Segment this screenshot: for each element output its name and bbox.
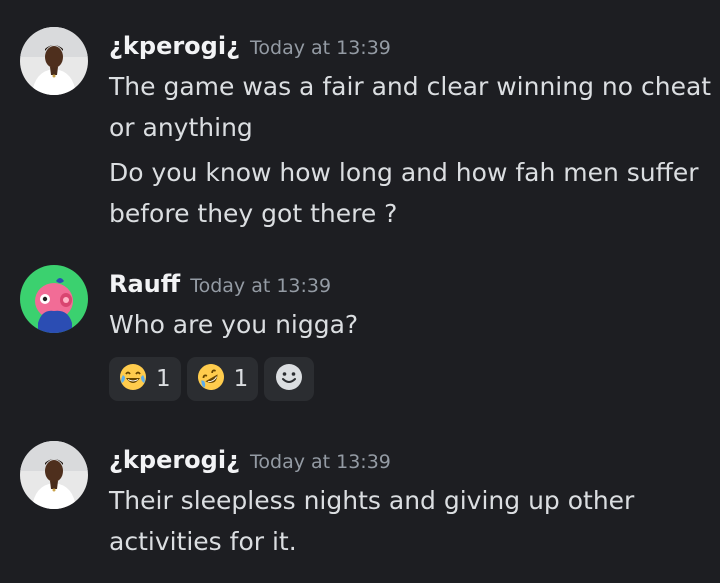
smiley-add-reaction-icon [274, 362, 304, 396]
username[interactable]: ¿kperogi¿ [109, 446, 240, 474]
avatar[interactable] [20, 265, 88, 333]
reaction-rofl[interactable]: 1 [186, 357, 259, 401]
timestamp[interactable]: Today at 13:39 [250, 451, 391, 473]
timestamp[interactable]: Today at 13:39 [250, 37, 391, 59]
rofl-emoji-icon [196, 362, 226, 396]
add-reaction-button[interactable] [264, 357, 315, 401]
username[interactable]: Rauff [109, 270, 180, 298]
message-text: The game was a fair and clear winning no… [109, 72, 712, 101]
message-text: Who are you nigga? [109, 310, 359, 339]
reaction-bar: 1 1 [109, 357, 315, 401]
message-text: Their sleepless nights and giving up oth… [109, 486, 635, 515]
timestamp[interactable]: Today at 13:39 [190, 275, 331, 297]
username[interactable]: ¿kperogi¿ [109, 32, 240, 60]
reaction-joy[interactable]: 1 [109, 357, 181, 401]
reaction-count: 1 [156, 366, 171, 392]
message-text: Do you know how long and how fah men suf… [109, 158, 699, 187]
message-text: before they got there ? [109, 199, 398, 228]
avatar[interactable] [20, 441, 88, 509]
chat-message-list: ¿kperogi¿ Today at 13:39 The game was a f… [0, 0, 720, 583]
message-text: or anything [109, 113, 253, 142]
reaction-count: 1 [233, 366, 249, 392]
joy-emoji-icon [118, 362, 148, 396]
message-text: activities for it. [109, 527, 297, 556]
avatar[interactable] [20, 27, 88, 95]
